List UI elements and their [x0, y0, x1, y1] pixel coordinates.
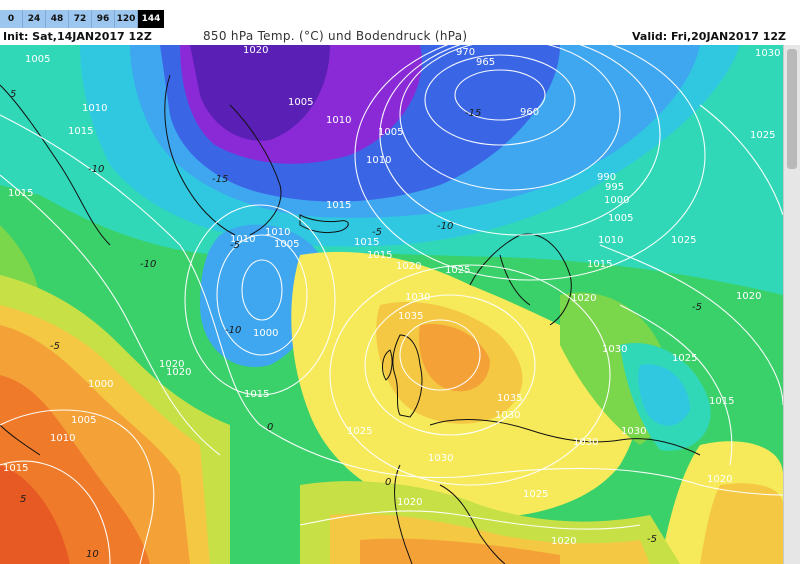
pressure-label: 1020 — [243, 45, 268, 56]
pressure-label: 1030 — [755, 48, 780, 59]
tab-hour-144[interactable]: 144 — [138, 10, 164, 28]
tab-hour-48[interactable]: 48 — [46, 10, 69, 28]
pressure-label: 1025 — [671, 235, 696, 246]
pressure-label: 1020 — [736, 291, 761, 302]
pressure-label: 1010 — [50, 433, 75, 444]
pressure-label: 1010 — [82, 103, 107, 114]
temp-label: -10 — [225, 325, 241, 336]
pressure-label: 1030 — [573, 437, 598, 448]
tab-hour-120[interactable]: 120 — [115, 10, 138, 28]
pressure-label: 1010 — [265, 227, 290, 238]
pressure-label: 1015 — [587, 259, 612, 270]
pressure-label: 1025 — [445, 265, 470, 276]
pressure-label: 995 — [605, 182, 624, 193]
temp-label: -10 — [140, 259, 156, 270]
pressure-label: 1010 — [326, 115, 351, 126]
pressure-label: 1035 — [398, 311, 423, 322]
pressure-label: 1005 — [274, 239, 299, 250]
pressure-label: 1015 — [244, 389, 269, 400]
pressure-label: 1020 — [551, 536, 576, 547]
pressure-label: 1015 — [8, 188, 33, 199]
temp-label: -5 — [692, 302, 702, 313]
temp-label: -15 — [212, 174, 228, 185]
tab-hour-0[interactable]: 0 — [0, 10, 23, 28]
pressure-label: 1015 — [709, 396, 734, 407]
pressure-label: 1025 — [672, 353, 697, 364]
pressure-label: 970 — [456, 47, 475, 58]
temp-label: -10 — [88, 164, 104, 175]
pressure-label: 1015 — [3, 463, 28, 474]
forecast-hour-tabs: 0 24 48 72 96 120 144 — [0, 10, 164, 28]
pressure-label: 1015 — [367, 250, 392, 261]
tab-hour-24[interactable]: 24 — [23, 10, 46, 28]
pressure-label: 1020 — [707, 474, 732, 485]
tab-hour-72[interactable]: 72 — [69, 10, 92, 28]
pressure-label: 965 — [476, 57, 495, 68]
pressure-label: 1020 — [396, 261, 421, 272]
pressure-label: 960 — [520, 107, 539, 118]
temp-label: -5 — [230, 240, 240, 251]
pressure-label: 1000 — [88, 379, 113, 390]
pressure-label: 1020 — [571, 293, 596, 304]
temp-label: -5 — [50, 341, 60, 352]
init-time: Init: Sat,14JAN2017 12Z — [3, 30, 152, 43]
temp-label: -10 — [437, 221, 453, 232]
temp-label: -15 — [465, 108, 481, 119]
pressure-label: 1020 — [166, 367, 191, 378]
pressure-label: 1005 — [608, 213, 633, 224]
pressure-label: 1030 — [602, 344, 627, 355]
pressure-label: 1010 — [366, 155, 391, 166]
pressure-label: 1005 — [378, 127, 403, 138]
vertical-scrollbar[interactable] — [783, 45, 800, 564]
pressure-label: 1030 — [621, 426, 646, 437]
weather-map-canvas: 1005 1020 970 965 960 1030 1010 1015 100… — [0, 45, 783, 564]
pressure-label: 1025 — [750, 130, 775, 141]
pressure-label: 1000 — [604, 195, 629, 206]
temp-label: 5 — [20, 494, 26, 505]
scrollbar-thumb[interactable] — [787, 49, 797, 169]
pressure-label: 1005 — [25, 54, 50, 65]
tab-hour-96[interactable]: 96 — [92, 10, 115, 28]
temp-label: 5 — [10, 89, 16, 100]
pressure-label: 1025 — [523, 489, 548, 500]
pressure-label: 1035 — [497, 393, 522, 404]
temp-label: -5 — [647, 534, 657, 545]
pressure-label: 1005 — [71, 415, 96, 426]
pressure-label: 1015 — [326, 200, 351, 211]
valid-time: Valid: Fri,20JAN2017 12Z — [631, 30, 786, 43]
pressure-label: 1015 — [354, 237, 379, 248]
temp-label: 10 — [86, 549, 99, 560]
pressure-label: 1020 — [397, 497, 422, 508]
temp-label: 0 — [267, 422, 273, 433]
map-header: Init: Sat,14JAN2017 12Z 850 hPa Temp. (°… — [0, 28, 800, 45]
pressure-label: 1015 — [68, 126, 93, 137]
temp-label: -5 — [372, 227, 382, 238]
map-title: 850 hPa Temp. (°C) und Bodendruck (hPa) — [203, 29, 468, 43]
pressure-label: 1000 — [253, 328, 278, 339]
pressure-label: 1005 — [288, 97, 313, 108]
pressure-label: 1025 — [347, 426, 372, 437]
temp-label: 0 — [385, 477, 391, 488]
pressure-label: 1010 — [598, 235, 623, 246]
pressure-label: 1030 — [405, 292, 430, 303]
weather-map: 1005 1020 970 965 960 1030 1010 1015 100… — [0, 45, 783, 564]
pressure-label: 1030 — [428, 453, 453, 464]
pressure-label: 1030 — [495, 410, 520, 421]
